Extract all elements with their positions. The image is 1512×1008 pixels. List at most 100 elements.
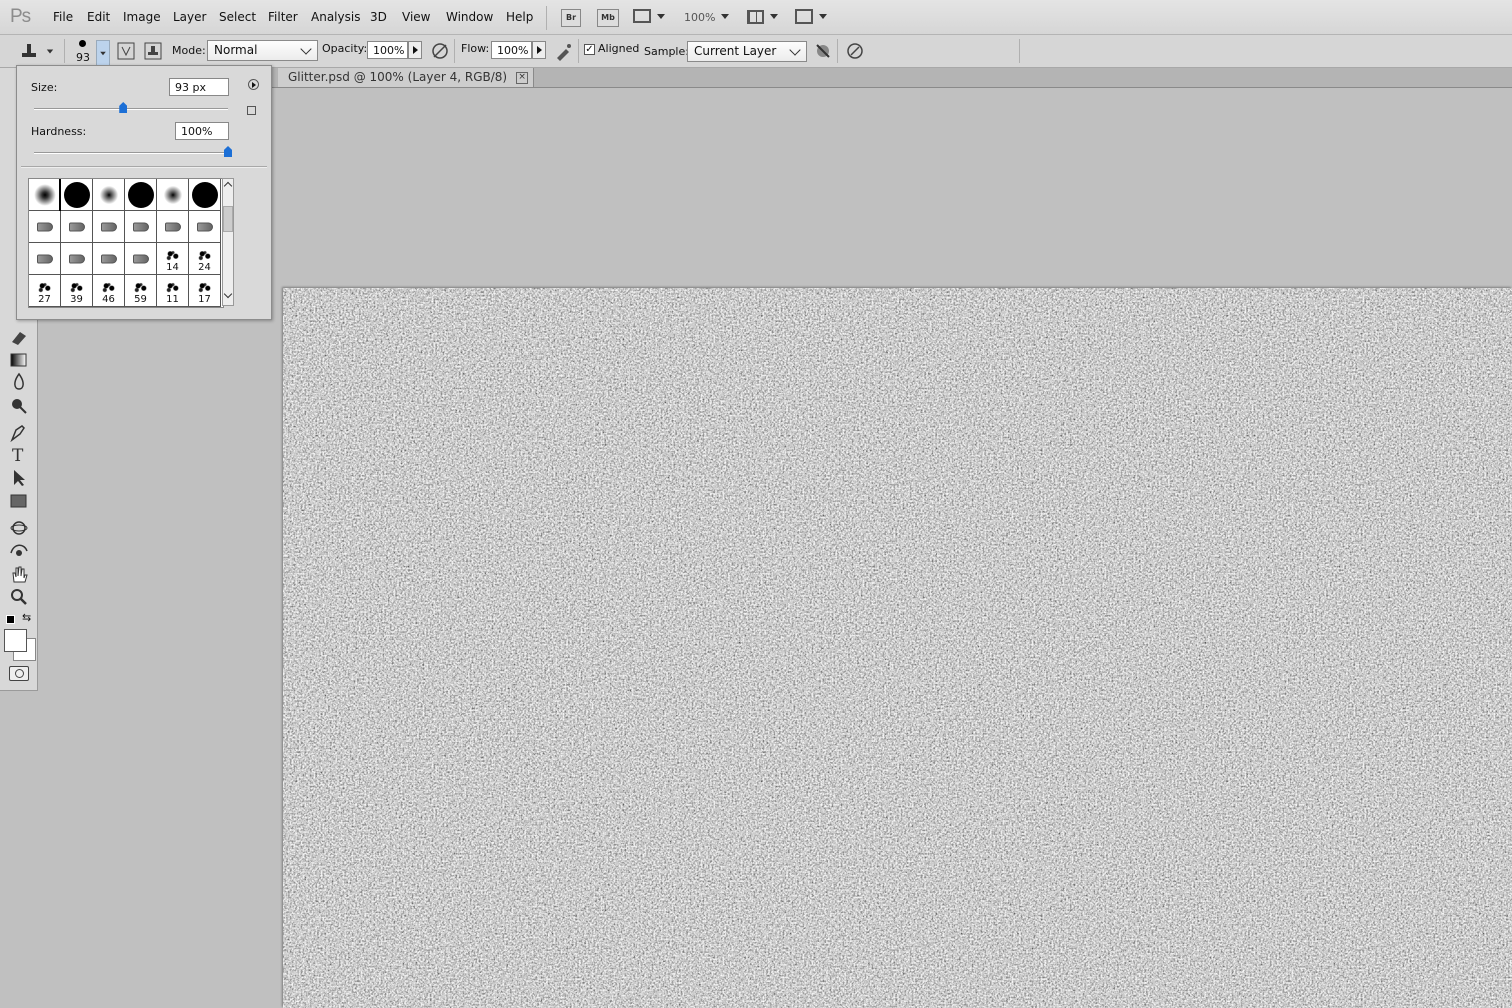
menu-help[interactable]: Help (506, 10, 533, 24)
hand-tool-icon[interactable] (8, 564, 30, 584)
airbrush-icon[interactable] (554, 41, 574, 61)
size-slider-thumb[interactable] (119, 102, 128, 113)
sample-select[interactable]: Current Layer (687, 41, 807, 62)
brush-preset-14[interactable] (61, 243, 93, 275)
size-input[interactable]: 93 px (169, 78, 229, 96)
zoom-tool-icon[interactable] (8, 587, 30, 607)
menu-window[interactable]: Window (446, 10, 493, 24)
chevron-down-icon[interactable] (46, 49, 54, 54)
picker-menu-icon[interactable] (248, 79, 259, 90)
brush-preset-9[interactable] (93, 211, 125, 243)
mode-select[interactable]: Normal (207, 40, 318, 61)
brush-preset-23[interactable]: 11 (157, 275, 189, 307)
brush-size-label[interactable]: 93 (76, 51, 90, 64)
scrollbar-thumb[interactable] (223, 206, 233, 232)
dodge-tool-icon[interactable] (8, 396, 30, 416)
arrange-documents-icon[interactable] (747, 10, 764, 24)
brush-preset-12[interactable] (189, 211, 221, 243)
brush-preset-7[interactable] (29, 211, 61, 243)
brush-preset-2[interactable] (59, 179, 95, 213)
brush-panel-icon[interactable] (116, 41, 136, 61)
brush-preset-24[interactable]: 17 (189, 275, 221, 307)
swap-colors-icon[interactable]: ⇆ (22, 611, 31, 624)
menu-edit[interactable]: Edit (87, 10, 110, 24)
flow-slider-toggle[interactable] (532, 41, 546, 59)
clone-source-icon[interactable] (143, 41, 163, 61)
rectangle-tool-icon[interactable] (8, 491, 30, 511)
brush-grid-scrollbar[interactable] (222, 178, 234, 306)
foreground-color-swatch[interactable] (4, 629, 27, 652)
gradient-tool-icon[interactable] (8, 350, 30, 370)
brush-preset-19[interactable]: 27 (29, 275, 61, 307)
aligned-checkbox[interactable]: ✓ (584, 44, 595, 55)
default-colors-icon[interactable] (6, 615, 15, 624)
chevron-down-icon[interactable] (721, 14, 729, 19)
new-preset-icon[interactable] (247, 106, 256, 115)
brush-preset-17[interactable]: 14 (157, 243, 189, 275)
mini-bridge-button[interactable]: Mb (597, 9, 619, 27)
pen-tool-icon[interactable] (8, 422, 30, 442)
close-icon[interactable]: × (516, 72, 529, 84)
menu-layer[interactable]: Layer (173, 10, 206, 24)
brush-preset-13[interactable] (29, 243, 61, 275)
aligned-label[interactable]: Aligned (598, 42, 639, 55)
brush-preset-11[interactable] (157, 211, 189, 243)
size-slider[interactable] (34, 102, 228, 113)
hardness-input[interactable]: 100% (175, 122, 229, 140)
brush-preview-icon[interactable] (79, 40, 86, 47)
brush-preset-22[interactable]: 59 (125, 275, 157, 307)
brush-preset-15[interactable] (93, 243, 125, 275)
zoom-level[interactable]: 100% (684, 11, 715, 24)
brush-preset-10[interactable] (125, 211, 157, 243)
menu-3d[interactable]: 3D (370, 10, 387, 24)
chevron-down-icon[interactable] (657, 14, 665, 19)
quick-mask-icon[interactable] (9, 666, 29, 681)
screen-mode-icon[interactable] (795, 9, 813, 24)
eraser-tool-icon[interactable] (8, 328, 30, 348)
3d-orbit-tool-icon[interactable] (8, 541, 30, 561)
opacity-input[interactable]: 100% (367, 41, 408, 59)
brush-preset-16[interactable] (125, 243, 157, 275)
opacity-slider-toggle[interactable] (408, 41, 422, 59)
brush-preset-6[interactable] (189, 179, 221, 211)
hardness-slider[interactable] (34, 146, 232, 157)
bridge-button[interactable]: Br (561, 9, 581, 27)
extras-icon[interactable] (633, 9, 651, 23)
brush-preset-4[interactable] (125, 179, 157, 211)
picker-divider (21, 166, 267, 168)
hardness-slider-thumb[interactable] (224, 146, 232, 157)
chevron-down-icon[interactable] (819, 14, 827, 19)
menu-analysis[interactable]: Analysis (311, 10, 360, 24)
pressure-opacity-icon[interactable] (430, 41, 450, 61)
sample-value: Current Layer (694, 44, 777, 58)
document-tab[interactable]: Glitter.psd @ 100% (Layer 4, RGB/8) × (278, 68, 535, 87)
brush-preset-1[interactable] (29, 179, 61, 211)
menu-select[interactable]: Select (219, 10, 256, 24)
chevron-down-icon (100, 51, 106, 56)
brush-preset-8[interactable] (61, 211, 93, 243)
sample-label: Sample: (644, 45, 689, 58)
brush-preset-21[interactable]: 46 (93, 275, 125, 307)
clone-stamp-icon[interactable] (19, 41, 39, 61)
brush-preset-5[interactable] (157, 179, 189, 211)
menu-image[interactable]: Image (123, 10, 161, 24)
ignore-adjustment-layers-icon[interactable] (813, 41, 833, 61)
chevron-up-icon[interactable] (223, 181, 233, 191)
brush-preset-20[interactable]: 39 (61, 275, 93, 307)
blur-tool-icon[interactable] (8, 372, 30, 392)
brush-picker-toggle[interactable] (96, 40, 110, 66)
menu-filter[interactable]: Filter (268, 10, 298, 24)
brush-preset-3[interactable] (93, 179, 125, 211)
type-tool-icon[interactable]: T (8, 445, 30, 465)
document-canvas[interactable] (283, 288, 1512, 1008)
menu-file[interactable]: File (53, 10, 73, 24)
flow-input[interactable]: 100% (491, 41, 532, 59)
arrow-right-icon (252, 82, 256, 88)
chevron-down-icon[interactable] (223, 289, 233, 299)
brush-preset-18[interactable]: 24 (189, 243, 221, 275)
chevron-down-icon[interactable] (770, 14, 778, 19)
3d-rotate-tool-icon[interactable] (8, 518, 30, 538)
menu-view[interactable]: View (402, 10, 430, 24)
path-selection-tool-icon[interactable] (8, 468, 30, 488)
pressure-size-icon[interactable] (845, 41, 865, 61)
